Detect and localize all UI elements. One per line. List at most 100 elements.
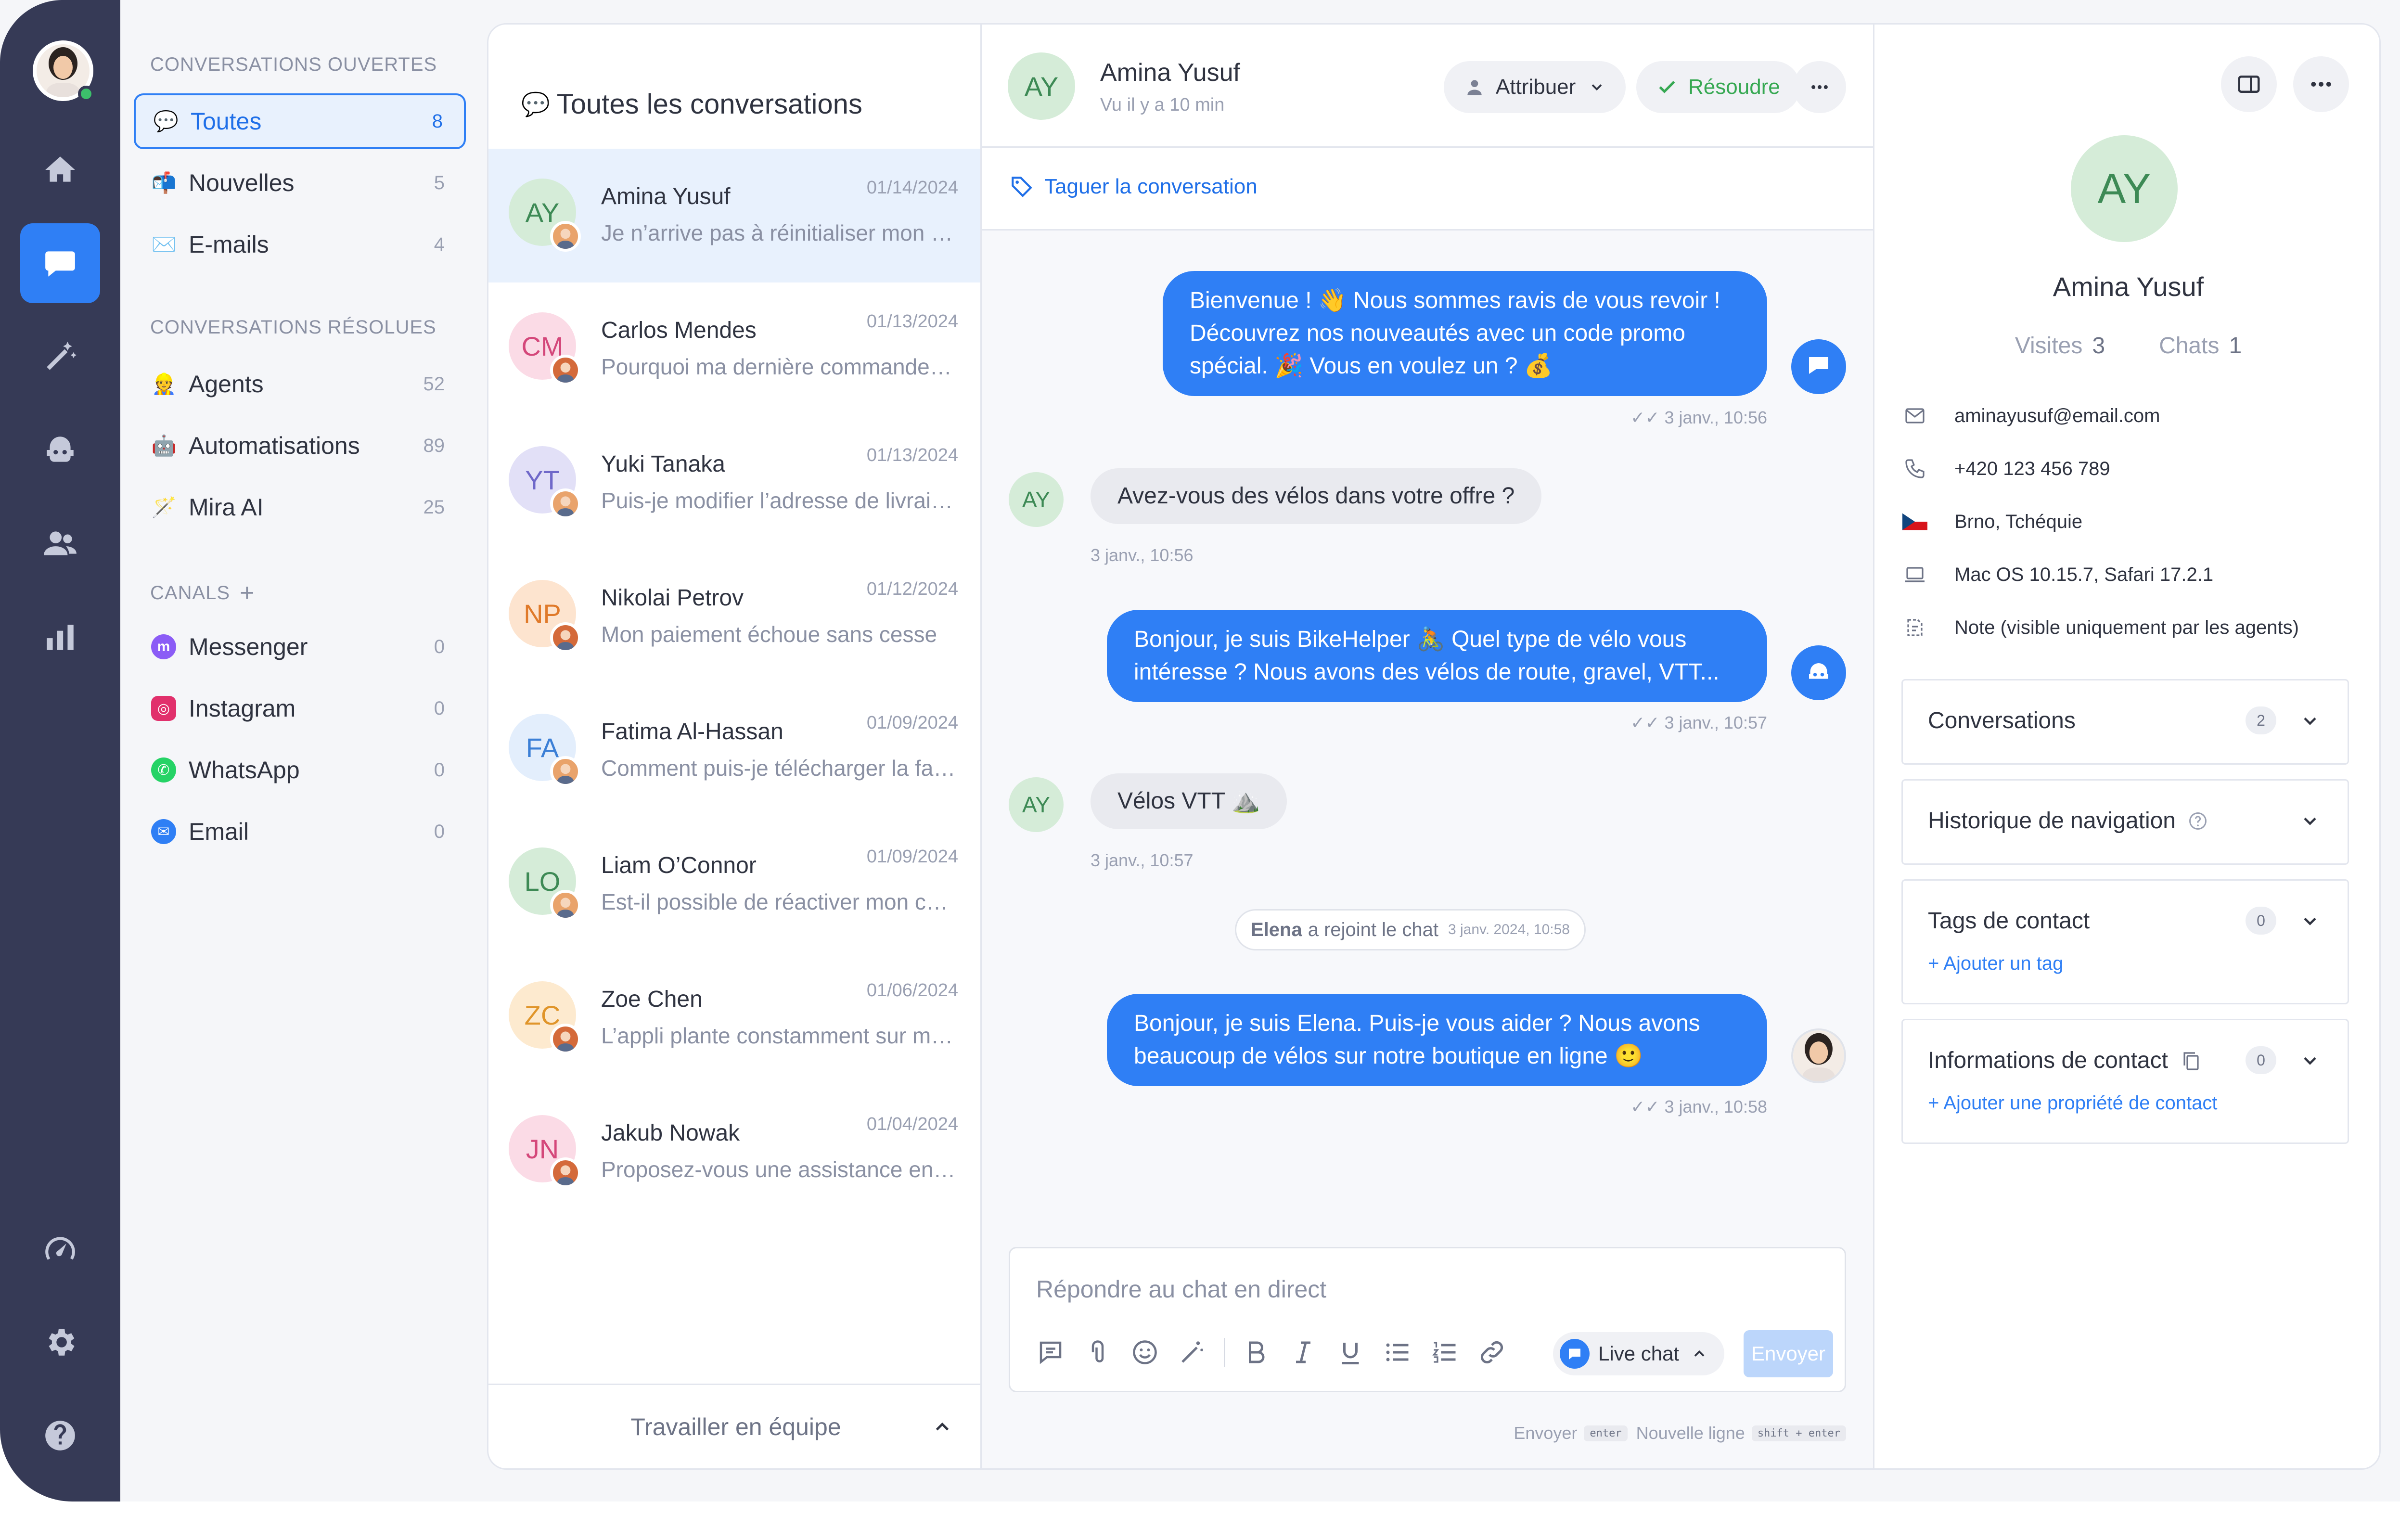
conversation-list-title-text: Toutes les conversations — [556, 89, 862, 120]
speedometer-icon[interactable] — [20, 1209, 100, 1289]
copy-icon[interactable] — [2180, 1049, 2203, 1072]
conversations-card[interactable]: Conversations 2 — [1901, 679, 2349, 765]
tag-bar: Taguer la conversation — [982, 148, 1873, 231]
add-tag-link[interactable]: + Ajouter un tag — [1928, 953, 2063, 975]
team-work-toggle[interactable]: Travailler en équipe — [488, 1384, 980, 1468]
contact-note-row[interactable]: Note (visible uniquement par les agents) — [1901, 611, 2299, 644]
channel-whatsapp[interactable]: ✆ WhatsApp 0 — [134, 742, 466, 798]
add-channel-button[interactable]: + — [240, 578, 255, 607]
home-icon[interactable] — [20, 130, 100, 210]
contact-avatar[interactable]: AY — [1008, 52, 1075, 120]
numbered-list-icon[interactable] — [1427, 1335, 1462, 1370]
emoji-icon[interactable] — [1128, 1335, 1162, 1370]
visits-label: Visites — [2015, 333, 2083, 359]
contacts-icon[interactable] — [20, 503, 100, 583]
reports-icon[interactable] — [20, 597, 100, 677]
bold-icon[interactable] — [1239, 1335, 1273, 1370]
folder-emails[interactable]: ✉️ E-mails 4 — [134, 217, 466, 272]
conversation-item[interactable]: FA Fatima Al-Hassan 01/09/2024 Comment puis… — [488, 684, 980, 818]
channel-count: 0 — [434, 821, 445, 842]
folder-automations[interactable]: 🤖 Automatisations 89 — [134, 418, 466, 474]
conversation-item[interactable]: JN Jakub Nowak 01/04/2024 Proposez-vous une… — [488, 1085, 980, 1219]
message-line: Bienvenue ! 👋 Nous sommes ravis de vous … — [1190, 288, 1720, 313]
chevron-down-icon — [2304, 817, 2316, 825]
message-incoming: Avez-vous des vélos dans votre offre ? — [1091, 468, 1542, 524]
conversation-preview: Je n’arrive pas à réinitialiser mon mot … — [601, 220, 957, 245]
italic-icon[interactable] — [1286, 1335, 1321, 1370]
channels-header: CANALS + — [150, 578, 255, 607]
channel-email[interactable]: ✉ Email 0 — [134, 804, 466, 860]
channel-label: Instagram — [189, 695, 296, 722]
channel-count: 0 — [434, 697, 445, 719]
automation-avatar — [1791, 339, 1846, 394]
bullet-list-icon[interactable] — [1380, 1335, 1415, 1370]
channel-label: Live chat — [1598, 1342, 1680, 1365]
reply-input[interactable]: Répondre au chat en direct — [1036, 1275, 1326, 1303]
conversation-item[interactable]: YT Yuki Tanaka 01/13/2024 Puis-je modifier … — [488, 416, 980, 550]
magic-wand-icon[interactable] — [20, 317, 100, 397]
folder-mira-ai[interactable]: 🪄 Mira AI 25 — [134, 479, 466, 535]
conversation-item[interactable]: ZC Zoe Chen 01/06/2024 L’appli plante const… — [488, 951, 980, 1085]
canned-responses-icon[interactable] — [1033, 1335, 1068, 1370]
team-work-label: Travailler en équipe — [630, 1413, 841, 1440]
conversation-item[interactable]: AY Amina Yusuf 01/14/2024 Je n’arrive pas à… — [488, 149, 980, 282]
app-window: CONVERSATIONS OUVERTES 💬 Toutes 8 📬 Nouv… — [0, 0, 2400, 1540]
card-title: Conversations — [1928, 708, 2076, 733]
messenger-icon: m — [151, 634, 176, 659]
conversation-preview: Proposez-vous une assistance en français — [601, 1157, 957, 1182]
assigned-agent-avatar — [550, 1024, 581, 1054]
conversations-icon[interactable] — [20, 223, 100, 303]
assign-label: Attribuer — [1496, 75, 1576, 99]
live-chat-icon — [1560, 1339, 1590, 1369]
agent-avatar-small — [1791, 1028, 1846, 1083]
channel-instagram[interactable]: ◎ Instagram 0 — [134, 680, 466, 736]
attachment-icon[interactable] — [1080, 1335, 1115, 1370]
chevron-down-icon[interactable] — [2299, 1050, 2321, 1071]
robot-icon: 🤖 — [151, 434, 177, 457]
settings-gear-icon[interactable] — [20, 1302, 100, 1382]
folder-new[interactable]: 📬 Nouvelles 5 — [134, 155, 466, 211]
conversation-date: 01/06/2024 — [866, 980, 958, 1001]
more-dots-icon[interactable] — [2293, 56, 2349, 112]
contact-name: Amina Yusuf — [1100, 59, 1241, 87]
tag-conversation-button[interactable]: Taguer la conversation — [1010, 175, 1258, 199]
hint-send: Envoyer — [1514, 1423, 1578, 1443]
contact-phone-row[interactable]: +420 123 456 789 — [1901, 452, 2110, 486]
magic-wand-icon: 🪄 — [151, 495, 177, 518]
folder-agents[interactable]: 👷 Agents 52 — [134, 356, 466, 412]
underline-icon[interactable] — [1333, 1335, 1368, 1370]
assigned-agent-avatar — [550, 488, 581, 519]
channel-messenger[interactable]: m Messenger 0 — [134, 619, 466, 675]
folder-count: 4 — [434, 233, 445, 255]
agent-joined-notice: Elena a rejoint le chat 3 janv. 2024, 10… — [1235, 909, 1586, 950]
contact-email-row[interactable]: aminayusuf@email.com — [1901, 399, 2160, 433]
help-icon[interactable] — [20, 1396, 100, 1476]
chevron-down-icon[interactable] — [2299, 911, 2321, 932]
contact-name: Amina Yusuf — [2053, 271, 2204, 302]
conversation-name: Amina Yusuf — [601, 184, 731, 209]
folder-all[interactable]: 💬 Toutes 8 — [134, 93, 466, 149]
help-circle-icon[interactable] — [2187, 810, 2208, 832]
conversation-name: Liam O’Connor — [601, 853, 757, 878]
chat-header: AY Amina Yusuf Vu il y a 10 min Attribue… — [982, 25, 1873, 148]
conversation-item[interactable]: NP Nikolai Petrov 01/12/2024 Mon paiement é… — [488, 550, 980, 684]
send-button[interactable]: Envoyer — [1744, 1330, 1833, 1377]
conversation-date: 01/04/2024 — [866, 1114, 958, 1134]
conversation-item[interactable]: CM Carlos Mendes 01/13/2024 Pourquoi ma der… — [488, 282, 980, 416]
assign-button[interactable]: Attribuer — [1444, 61, 1626, 113]
link-icon[interactable] — [1475, 1335, 1509, 1370]
joined-text: a rejoint le chat — [1308, 919, 1438, 940]
bot-avatar — [1791, 645, 1846, 700]
resolve-button[interactable]: Résoudre — [1636, 61, 1800, 113]
channel-selector[interactable]: Live chat — [1553, 1332, 1725, 1375]
navigation-history-card[interactable]: Historique de navigation — [1901, 779, 2349, 865]
phone-icon — [1901, 457, 1928, 480]
toggle-panel-icon[interactable] — [2221, 56, 2277, 112]
more-options-button[interactable] — [1793, 61, 1846, 113]
ai-wand-icon[interactable] — [1175, 1335, 1209, 1370]
conversation-item[interactable]: LO Liam O’Connor 01/09/2024 Est-il possible… — [488, 818, 980, 951]
composer-toolbar — [1033, 1335, 1522, 1370]
bot-icon[interactable] — [20, 410, 100, 490]
chats-stat: Chats 1 — [2159, 333, 2242, 359]
add-contact-property-link[interactable]: + Ajouter une propriété de contact — [1928, 1092, 2218, 1114]
